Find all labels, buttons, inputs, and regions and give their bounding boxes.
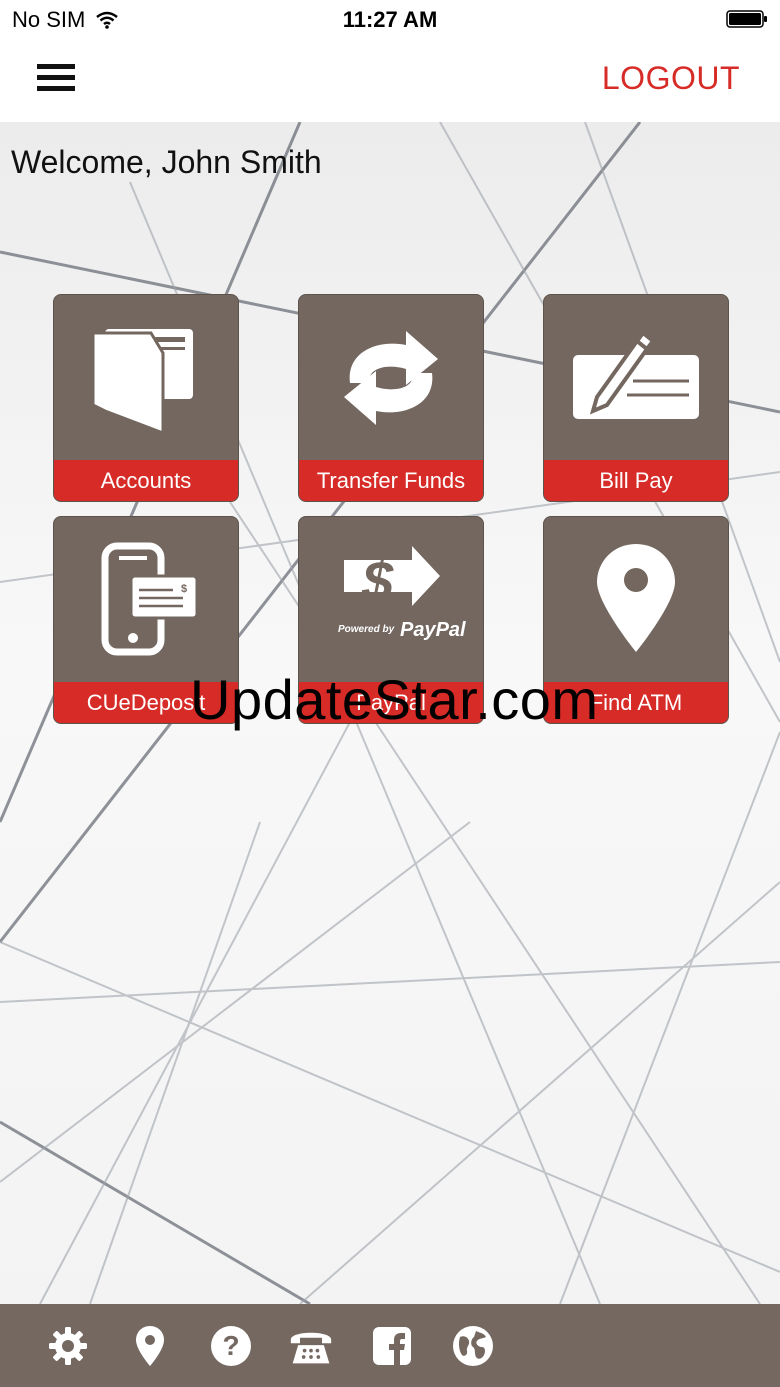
settings-button[interactable] — [46, 1324, 90, 1368]
tile-label: Accounts — [54, 460, 238, 501]
phone-icon — [290, 1332, 332, 1364]
globe-icon — [453, 1326, 493, 1366]
battery-icon — [726, 10, 767, 28]
menu-button[interactable] — [34, 64, 78, 98]
phone-button[interactable] — [289, 1324, 333, 1368]
transfer-arrows-icon — [344, 330, 438, 425]
svg-text:$: $ — [181, 583, 187, 595]
help-icon: ? — [211, 1326, 251, 1366]
tile-transfer-funds[interactable]: Transfer Funds — [298, 294, 484, 502]
hamburger-icon — [37, 64, 75, 69]
map-pin-icon — [597, 543, 675, 652]
tile-label: Transfer Funds — [299, 460, 483, 501]
tile-label: Bill Pay — [544, 460, 728, 501]
location-icon — [136, 1326, 164, 1366]
welcome-message: Welcome, John Smith — [11, 144, 322, 180]
status-bar: No SIM 11:27 AM — [0, 0, 780, 40]
watermark: UpdateStar.com — [190, 668, 599, 731]
paypal-badge-text: Powered by — [338, 624, 395, 635]
facebook-button[interactable] — [370, 1324, 414, 1368]
website-button[interactable] — [451, 1324, 495, 1368]
facebook-icon — [373, 1327, 411, 1366]
svg-text:?: ? — [222, 1330, 239, 1361]
wallet-icon — [91, 328, 193, 433]
paypal-badge-brand: PayPal — [400, 619, 466, 641]
logout-button[interactable]: LOGOUT — [602, 60, 740, 97]
footer-toolbar: ? — [0, 1304, 780, 1387]
check-pen-icon — [573, 329, 699, 419]
location-button[interactable] — [128, 1324, 172, 1368]
tile-accounts[interactable]: Accounts — [53, 294, 239, 502]
help-button[interactable]: ? — [209, 1324, 253, 1368]
nav-bar: LOGOUT — [0, 40, 780, 123]
svg-text:$: $ — [361, 549, 394, 612]
gear-icon — [49, 1327, 87, 1365]
paypal-icon: $ Powered by PayPal — [338, 545, 466, 641]
main-content: Welcome, John Smith Accounts Transfer Fu… — [0, 122, 780, 1304]
mobile-deposit-icon: $ — [101, 542, 199, 655]
clock: 11:27 AM — [342, 7, 438, 32]
tile-bill-pay[interactable]: Bill Pay — [543, 294, 729, 502]
